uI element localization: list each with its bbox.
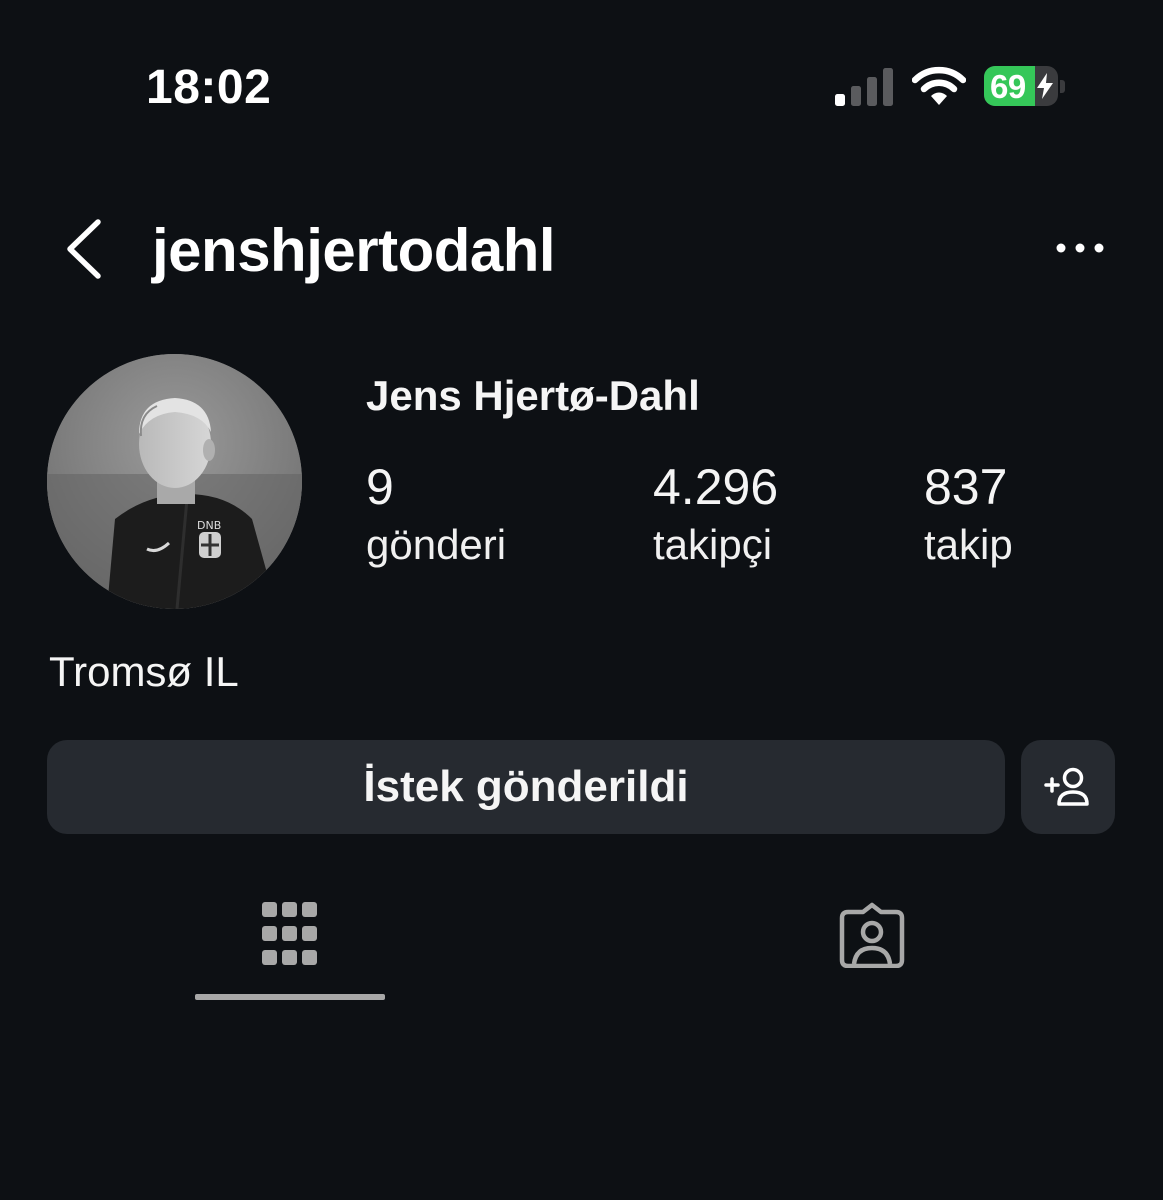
request-sent-button[interactable]: İstek gönderildi	[47, 740, 1005, 834]
stat-followers[interactable]: 4.296 takipçi	[653, 460, 778, 570]
stat-followers-value: 4.296	[653, 459, 779, 515]
tagged-person-icon	[839, 902, 905, 968]
back-chevron-icon[interactable]	[62, 218, 104, 280]
profile-avatar[interactable]: DNB	[47, 354, 302, 609]
stat-posts-value: 9	[366, 459, 394, 515]
stat-posts[interactable]: 9 gönderi	[366, 460, 506, 570]
stat-followers-label: takipçi	[653, 521, 773, 568]
profile-bio: Tromsø IL	[49, 648, 239, 695]
battery-level: 69	[990, 68, 1026, 105]
svg-text:DNB: DNB	[197, 519, 221, 532]
tab-tagged[interactable]	[830, 890, 914, 980]
stat-following-label: takip	[924, 521, 1013, 568]
avatar-photo: DNB	[47, 354, 302, 609]
profile-username: jenshjertodahl	[152, 217, 556, 284]
stat-posts-label: gönderi	[366, 521, 507, 568]
tab-posts-grid[interactable]	[250, 890, 330, 980]
cellular-signal-icon	[835, 68, 893, 106]
profile-display-name: Jens Hjertø-Dahl	[366, 372, 700, 419]
more-options-icon[interactable]	[1054, 238, 1106, 258]
battery-nub	[1060, 80, 1065, 93]
suggested-people-button[interactable]	[1021, 740, 1115, 834]
add-person-icon	[1044, 767, 1089, 806]
battery-charging-icon: 69	[984, 66, 1058, 106]
stat-following-value: 837	[924, 459, 1008, 515]
active-tab-indicator	[195, 994, 385, 1000]
bolt-icon	[1037, 73, 1053, 99]
stat-following[interactable]: 837 takip	[924, 460, 1013, 570]
wifi-icon	[912, 66, 966, 105]
status-time: 18:02	[146, 61, 272, 114]
grid-icon	[262, 902, 317, 965]
